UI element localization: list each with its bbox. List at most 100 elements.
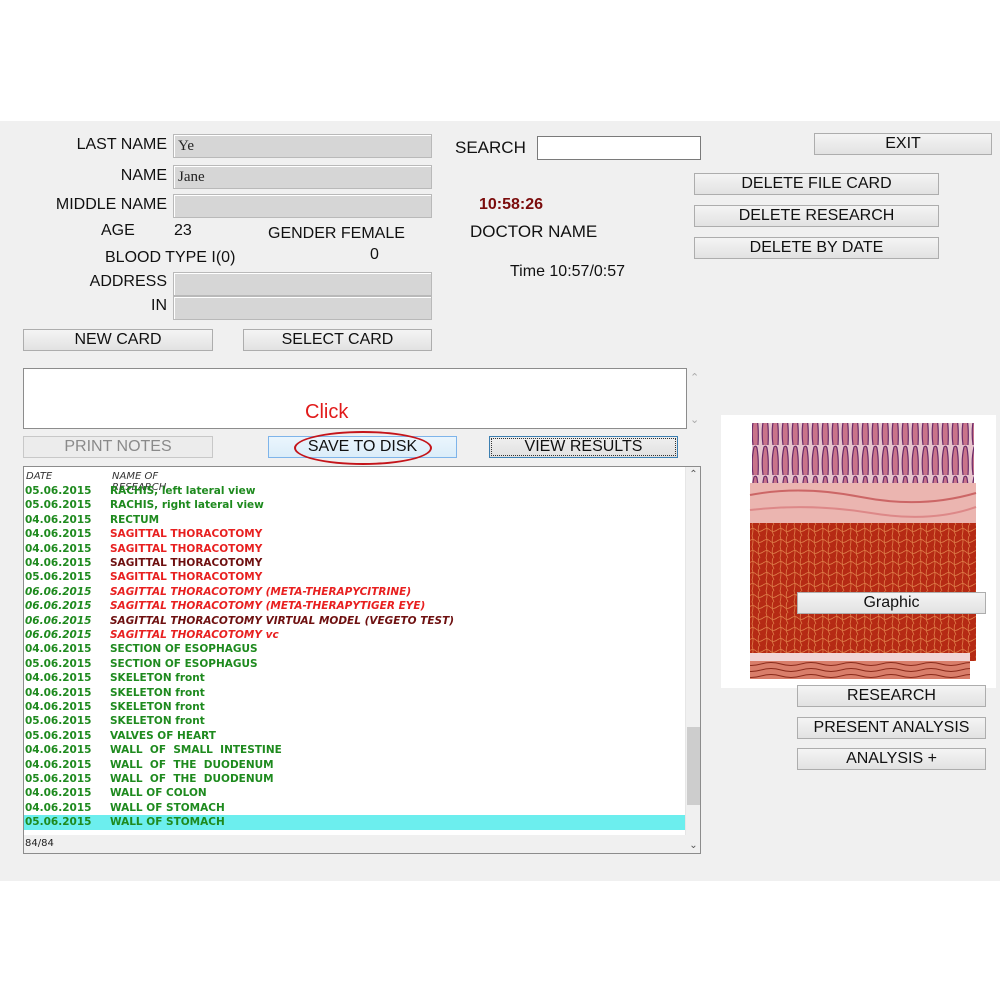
- list-row[interactable]: 06.06.2015 SAGITTAL THORACOTOMY VIRTUAL M…: [24, 614, 686, 628]
- row-research-name: SAGITTAL THORACOTOMY: [110, 557, 263, 569]
- row-research-name: RECTUM: [110, 513, 160, 526]
- row-date: 06.06.2015: [25, 600, 92, 613]
- list-row[interactable]: 06.06.2015 SAGITTAL THORACOTOMY vc: [24, 628, 686, 642]
- last-name-field[interactable]: Ye: [173, 134, 432, 158]
- row-date: 04.06.2015: [25, 744, 92, 757]
- row-research-name: SECTION OF ESOPHAGUS: [110, 657, 258, 670]
- row-research-name: WALL OF STOMACH: [110, 801, 225, 814]
- list-header: DATE NAME OF RESEARCH: [26, 471, 166, 493]
- highlight-ellipse: [294, 431, 432, 465]
- list-row[interactable]: 04.06.2015 SKELETON front: [24, 671, 686, 685]
- row-date: 04.06.2015: [25, 686, 92, 699]
- row-research-name: SAGITTAL THORACOTOMY: [110, 542, 263, 555]
- row-date: 05.06.2015: [25, 571, 92, 584]
- select-card-button[interactable]: SELECT CARD: [243, 329, 432, 351]
- row-research-name: RACHIS, right lateral view: [110, 499, 264, 512]
- list-row[interactable]: 05.06.2015 WALL OF STOMACH: [24, 815, 686, 830]
- row-date: 04.06.2015: [25, 542, 92, 555]
- notes-textarea[interactable]: [23, 368, 687, 429]
- search-label: SEARCH: [455, 138, 526, 157]
- new-card-button[interactable]: NEW CARD: [23, 329, 213, 351]
- scroll-up-icon[interactable]: ⌃: [686, 469, 701, 480]
- graphic-button[interactable]: Graphic: [797, 592, 986, 614]
- row-research-name: SKELETON front: [110, 701, 205, 713]
- analysis-plus-button[interactable]: ANALYSIS +: [797, 748, 986, 770]
- list-row[interactable]: 04.06.2015 SAGITTAL THORACOTOMY: [24, 527, 686, 541]
- row-research-name: SKELETON front: [110, 715, 205, 728]
- list-row[interactable]: 04.06.2015 SKELETON front: [24, 700, 686, 714]
- row-date: 05.06.2015: [25, 657, 92, 670]
- list-row[interactable]: 06.06.2015 SAGITTAL THORACOTOMY (META-THE…: [24, 585, 686, 599]
- row-research-name: SKELETON front: [110, 672, 205, 685]
- list-row[interactable]: 05.06.2015 SAGITTAL THORACOTOMY: [24, 570, 686, 584]
- scroll-down-icon[interactable]: ⌄: [686, 840, 701, 851]
- row-research-name: SAGITTAL THORACOTOMY: [110, 528, 263, 541]
- row-date: 04.06.2015: [25, 672, 92, 685]
- row-research-name: SKELETON front: [110, 686, 205, 699]
- address-field[interactable]: [173, 272, 432, 296]
- row-date: 04.06.2015: [25, 787, 92, 800]
- name-field[interactable]: Jane: [173, 165, 432, 189]
- list-row[interactable]: 04.06.2015 WALL OF SMALL INTESTINE: [24, 743, 686, 757]
- row-research-name: SAGITTAL THORACOTOMY: [110, 571, 263, 584]
- notes-scroll-up-icon[interactable]: ⌃: [690, 371, 699, 384]
- row-research-name: WALL OF THE DUODENUM: [110, 758, 274, 771]
- list-row[interactable]: 05.06.2015 RACHIS, left lateral view: [24, 484, 686, 498]
- list-row[interactable]: 04.06.2015 WALL OF THE DUODENUM: [24, 758, 686, 772]
- view-results-button[interactable]: VIEW RESULTS: [489, 436, 678, 458]
- row-date: 05.06.2015: [25, 816, 92, 829]
- row-research-name: WALL OF COLON: [110, 787, 207, 800]
- list-row[interactable]: 05.06.2015 WALL OF THE DUODENUM: [24, 772, 686, 786]
- list-row[interactable]: 04.06.2015 WALL OF STOMACH: [24, 801, 686, 815]
- age-label: AGE: [101, 222, 135, 239]
- row-date: 05.06.2015: [25, 485, 92, 497]
- delete-file-card-button[interactable]: DELETE FILE CARD: [694, 173, 939, 195]
- row-date: 04.06.2015: [25, 557, 92, 569]
- research-list[interactable]: DATE NAME OF RESEARCH 05.06.2015 RACHIS, …: [23, 466, 701, 854]
- row-research-name: SAGITTAL THORACOTOMY VIRTUAL MODEL (VEGE…: [110, 614, 455, 627]
- row-research-name: SECTION OF ESOPHAGUS: [110, 643, 258, 656]
- list-row[interactable]: 04.06.2015 RECTUM: [24, 513, 686, 527]
- row-date: 04.06.2015: [25, 701, 92, 713]
- delete-by-date-button[interactable]: DELETE BY DATE: [694, 237, 939, 259]
- list-row[interactable]: 04.06.2015 SECTION OF ESOPHAGUS: [24, 642, 686, 656]
- list-row[interactable]: 04.06.2015 SKELETON front: [24, 686, 686, 700]
- name-label: NAME: [120, 167, 167, 184]
- doctor-name-label: DOCTOR NAME: [470, 222, 598, 241]
- list-row[interactable]: 04.06.2015 WALL OF COLON: [24, 786, 686, 800]
- row-date: 04.06.2015: [25, 643, 92, 656]
- list-row[interactable]: 04.06.2015 SAGITTAL THORACOTOMY: [24, 556, 686, 570]
- row-date: 04.06.2015: [25, 528, 92, 541]
- list-row[interactable]: 06.06.2015 SAGITTAL THORACOTOMY (META-THE…: [24, 599, 686, 613]
- list-row[interactable]: 04.06.2015 SAGITTAL THORACOTOMY: [24, 542, 686, 556]
- delete-research-button[interactable]: DELETE RESEARCH: [694, 205, 939, 227]
- present-analysis-button[interactable]: PRESENT ANALYSIS: [797, 717, 986, 739]
- mucosa-layer: [752, 423, 974, 483]
- notes-scroll-down-icon[interactable]: ⌄: [690, 413, 699, 426]
- gender-label: GENDER FEMALE: [268, 225, 405, 242]
- search-input[interactable]: [537, 136, 701, 160]
- middle-name-field[interactable]: [173, 194, 432, 218]
- row-date: 05.06.2015: [25, 729, 92, 742]
- click-annotation: Click: [305, 401, 349, 423]
- column-date: DATE: [26, 471, 53, 482]
- row-date: 04.06.2015: [25, 513, 92, 526]
- submucosa-layer: [750, 483, 976, 523]
- list-scrollbar[interactable]: ⌃ ⌄: [685, 467, 700, 853]
- list-row[interactable]: 05.06.2015 RACHIS, right lateral view: [24, 498, 686, 512]
- in-field[interactable]: [173, 296, 432, 320]
- row-date: 06.06.2015: [25, 629, 92, 641]
- age-value: 23: [174, 222, 192, 239]
- list-row[interactable]: 05.06.2015 VALVES OF HEART: [24, 729, 686, 743]
- row-date: 06.06.2015: [25, 614, 92, 627]
- scroll-thumb[interactable]: [687, 726, 700, 805]
- exit-button[interactable]: EXIT: [814, 133, 992, 155]
- row-research-name: VALVES OF HEART: [110, 729, 216, 742]
- serosa-layer: [750, 661, 970, 679]
- row-date: 04.06.2015: [25, 801, 92, 814]
- list-row[interactable]: 05.06.2015 SECTION OF ESOPHAGUS: [24, 657, 686, 671]
- list-row[interactable]: 05.06.2015 SKELETON front: [24, 714, 686, 728]
- print-notes-button[interactable]: PRINT NOTES: [23, 436, 213, 458]
- clock: 10:58:26: [479, 196, 544, 213]
- research-button[interactable]: RESEARCH: [797, 685, 986, 707]
